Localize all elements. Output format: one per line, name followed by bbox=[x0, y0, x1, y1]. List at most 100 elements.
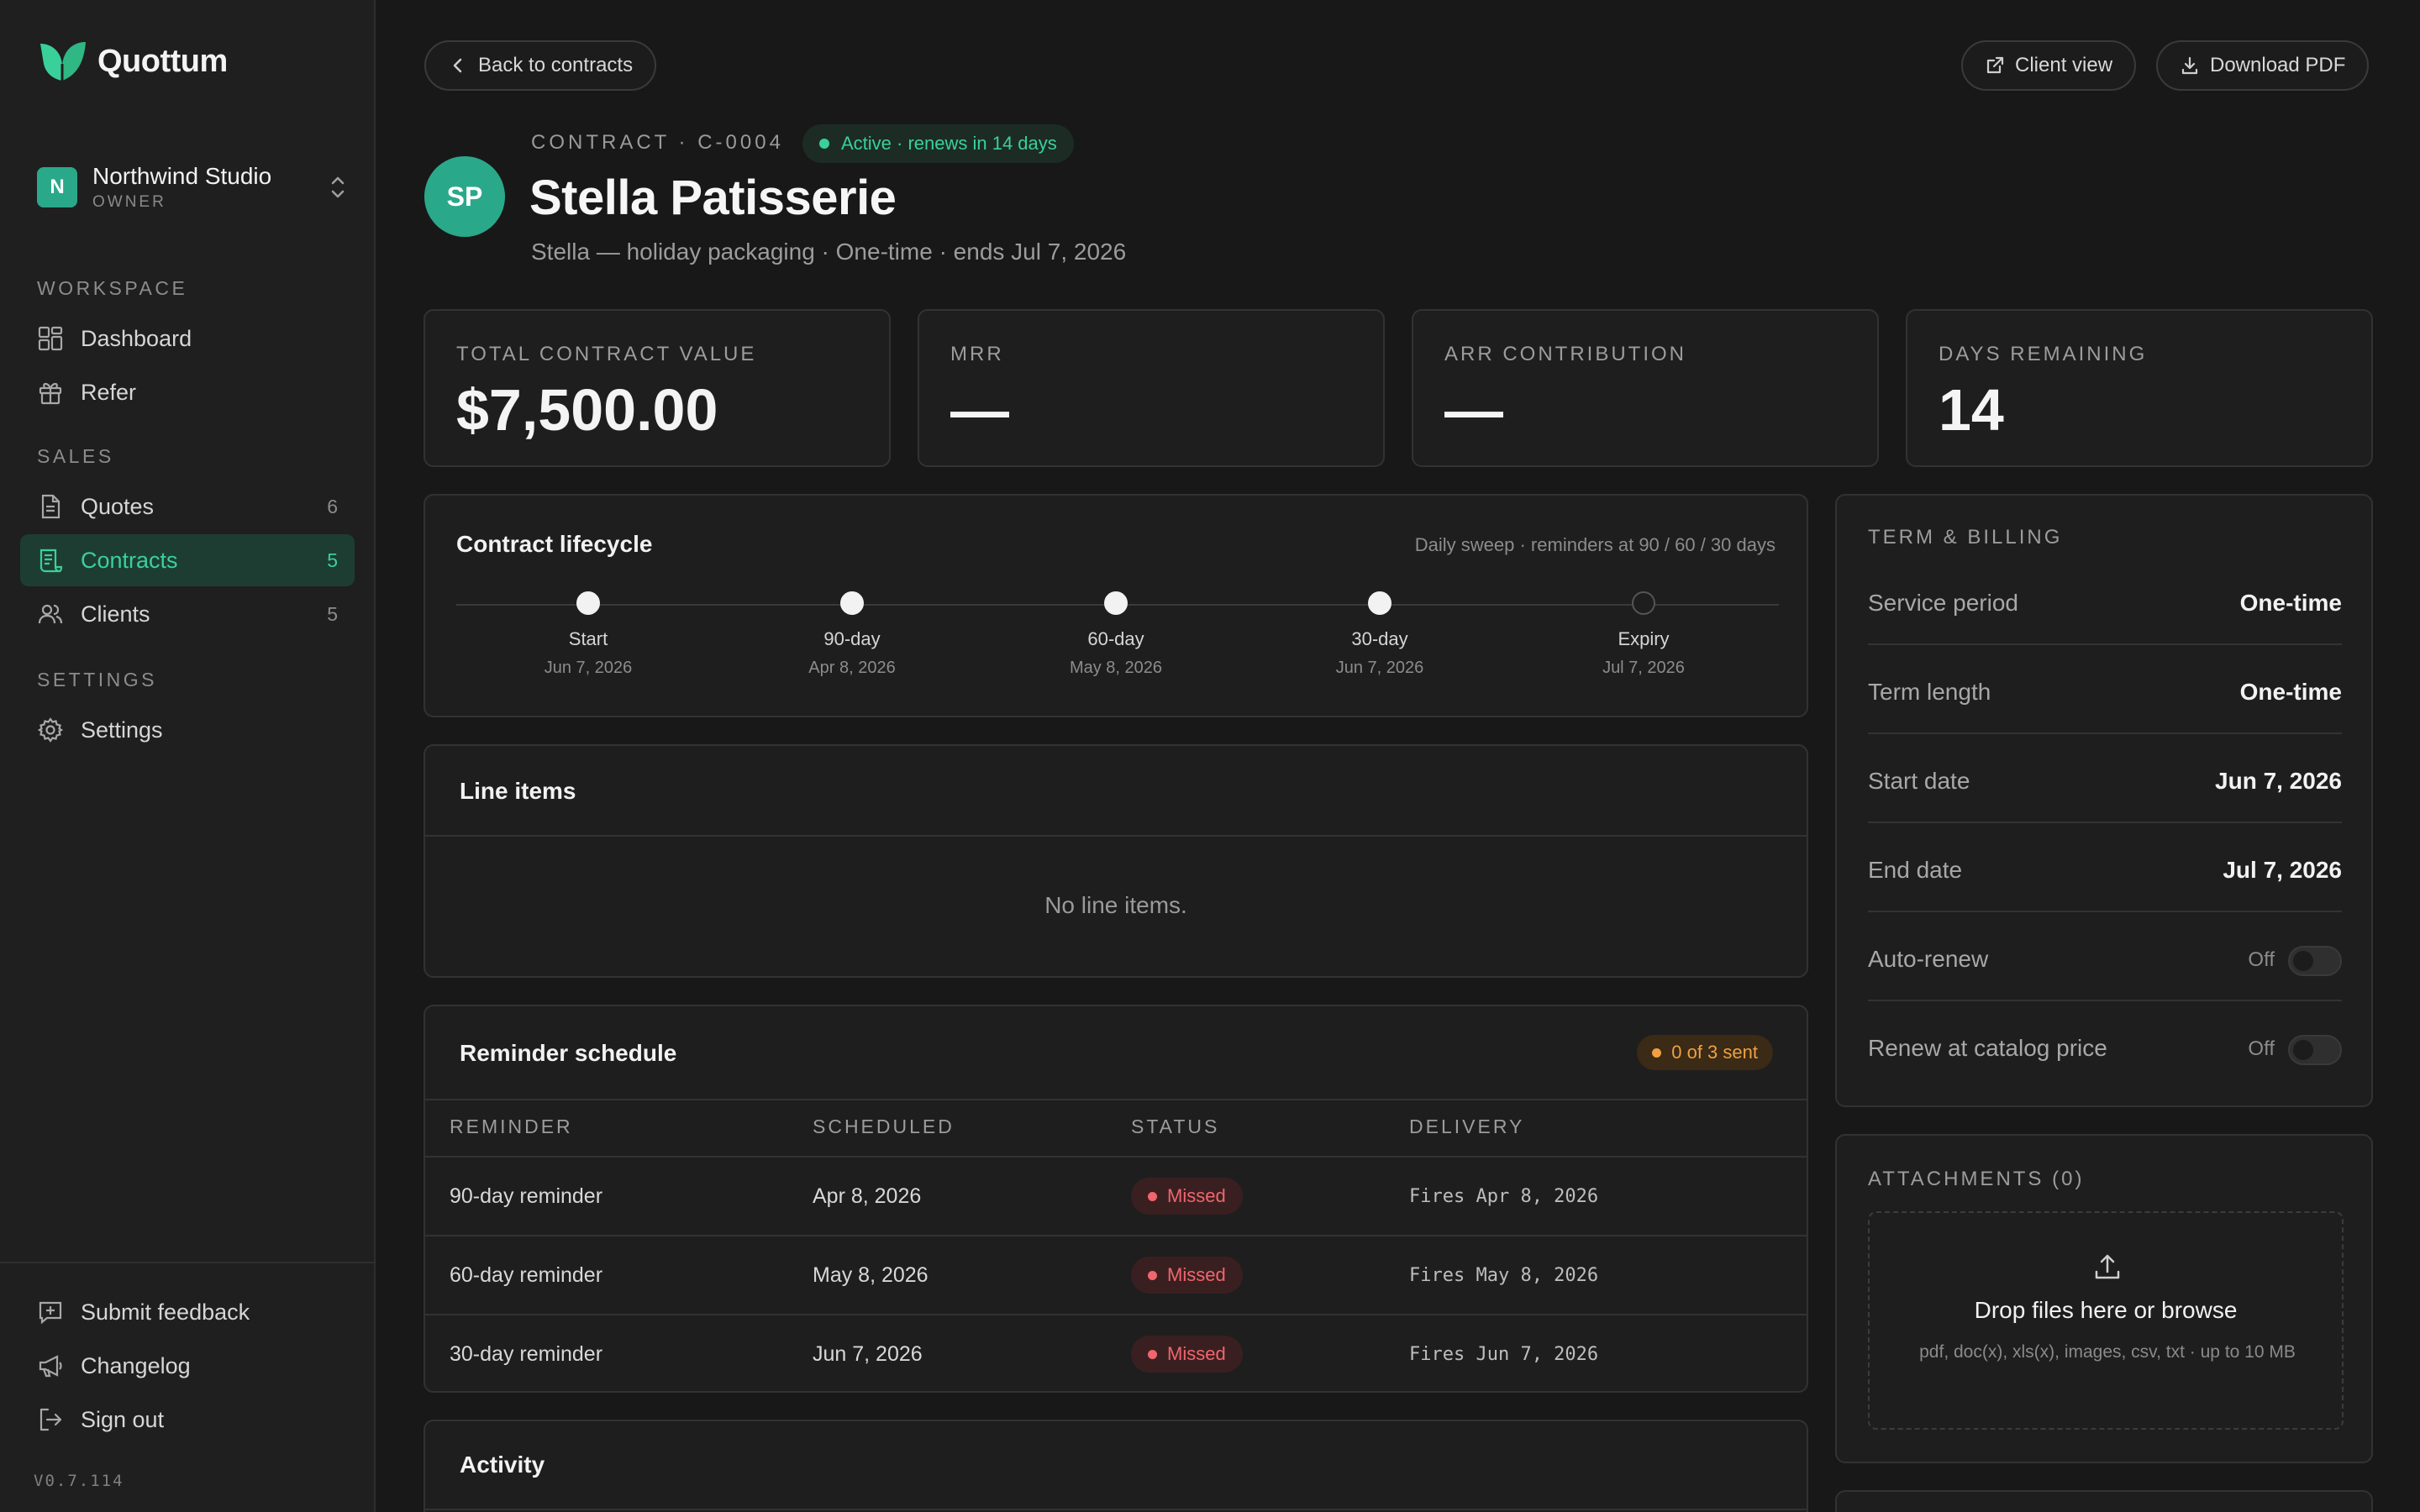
nav-section-sales: SALES bbox=[37, 445, 114, 467]
lifecycle-dot bbox=[840, 591, 864, 615]
term-billing-title: TERM & BILLING bbox=[1868, 526, 2063, 549]
kpi-total-contract-value: TOTAL CONTRACT VALUE $7,500.00 bbox=[424, 309, 891, 467]
sidebar-item-label: Refer bbox=[81, 379, 137, 405]
reminder-delivery: Fires May 8, 2026 bbox=[1409, 1265, 1599, 1286]
lifecycle-step-label: 60-day bbox=[1087, 628, 1144, 649]
client-avatar: SP bbox=[424, 156, 505, 237]
leaf-logo-icon bbox=[40, 42, 86, 81]
renew-catalog-state: Off bbox=[2248, 1037, 2275, 1060]
service-period-value: One-time bbox=[2239, 590, 2342, 616]
sidebar-item-settings[interactable]: Settings bbox=[20, 704, 355, 756]
status-text: Missed bbox=[1167, 1264, 1226, 1285]
kpi-value: — bbox=[1444, 377, 1503, 443]
auto-renew-row: Auto-renew Off bbox=[1868, 912, 2342, 1001]
dropzone-title: Drop files here or browse bbox=[1974, 1297, 2238, 1323]
activity-card: Activity bbox=[424, 1420, 1808, 1512]
lifecycle-step-30-day: 30-day Jun 7, 2026 bbox=[1296, 591, 1464, 678]
kpi-mrr: MRR — bbox=[918, 309, 1385, 467]
sidebar-item-label: Sign out bbox=[81, 1406, 165, 1432]
client-view-button[interactable]: Client view bbox=[1961, 40, 2137, 91]
sidebar-item-clients[interactable]: Clients 5 bbox=[20, 588, 355, 640]
external-link-icon bbox=[1986, 56, 2004, 74]
card-divider bbox=[425, 835, 1807, 837]
sign-out-icon bbox=[39, 1408, 62, 1431]
lifecycle-step-date: Jun 7, 2026 bbox=[544, 659, 633, 677]
page-title: Stella Patisserie bbox=[529, 171, 897, 225]
renew-catalog-toggle[interactable] bbox=[2288, 1035, 2342, 1065]
lifecycle-step-expiry: Expiry Jul 7, 2026 bbox=[1560, 591, 1728, 678]
line-items-title: Line items bbox=[460, 778, 576, 804]
sidebar: Quottum N Northwind Studio OWNER WORKSPA… bbox=[0, 0, 376, 1512]
status-badge: Missed bbox=[1131, 1178, 1243, 1215]
lifecycle-dot bbox=[1632, 591, 1655, 615]
brand-name: Quottum bbox=[97, 43, 228, 79]
page-subtitle: Stella — holiday packaging · One-time · … bbox=[531, 239, 1127, 265]
lifecycle-step-label: Expiry bbox=[1618, 628, 1670, 649]
attachments-card: ATTACHMENTS (0) Drop files here or brows… bbox=[1835, 1134, 2373, 1463]
org-role: OWNER bbox=[92, 193, 166, 211]
sidebar-item-refer[interactable]: Refer bbox=[20, 366, 355, 418]
kpi-label: DAYS REMAINING bbox=[1939, 343, 2148, 365]
kpi-value: $7,500.00 bbox=[456, 377, 718, 443]
toggle-knob bbox=[2293, 1040, 2313, 1060]
lifecycle-title: Contract lifecycle bbox=[456, 531, 653, 557]
changelog-link[interactable]: Changelog bbox=[20, 1340, 355, 1392]
reminder-scheduled: May 8, 2026 bbox=[813, 1263, 929, 1287]
nav-section-settings: SETTINGS bbox=[37, 669, 158, 690]
danger-dot bbox=[1148, 1349, 1157, 1359]
lifecycle-step-label: 90-day bbox=[823, 628, 881, 649]
status-text: Missed bbox=[1167, 1185, 1226, 1206]
sidebar-item-label: Contracts bbox=[81, 547, 178, 573]
column-header: REMINDER bbox=[450, 1116, 573, 1137]
auto-renew-toggle[interactable] bbox=[2288, 946, 2342, 976]
sidebar-item-label: Submit feedback bbox=[81, 1299, 250, 1325]
org-name: Northwind Studio bbox=[92, 163, 272, 189]
clients-count: 5 bbox=[327, 602, 338, 625]
lifecycle-note: Daily sweep · reminders at 90 / 60 / 30 … bbox=[1414, 534, 1776, 555]
sidebar-item-dashboard[interactable]: Dashboard bbox=[20, 312, 355, 365]
feedback-icon bbox=[39, 1301, 62, 1325]
lifecycle-step-90-day: 90-day Apr 8, 2026 bbox=[768, 591, 936, 678]
reminder-schedule-card: Reminder schedule 0 of 3 sent REMINDER S… bbox=[424, 1005, 1808, 1393]
table-row: 30-day reminder Jun 7, 2026 Missed Fires… bbox=[425, 1315, 1807, 1394]
download-icon bbox=[2181, 56, 2198, 75]
term-length-value: One-time bbox=[2239, 679, 2342, 705]
submit-feedback-link[interactable]: Submit feedback bbox=[20, 1286, 355, 1338]
auto-renew-label: Auto-renew bbox=[1868, 946, 1989, 972]
brand[interactable]: Quottum bbox=[37, 39, 228, 84]
status-text: Active · renews in 14 days bbox=[841, 133, 1057, 154]
reminders-sent-text: 0 of 3 sent bbox=[1671, 1042, 1758, 1063]
danger-dot bbox=[1148, 1191, 1157, 1201]
megaphone-icon bbox=[39, 1355, 62, 1378]
attachments-title: ATTACHMENTS (0) bbox=[1868, 1168, 2085, 1190]
column-header: STATUS bbox=[1131, 1116, 1220, 1137]
dashboard-icon bbox=[38, 326, 63, 351]
lifecycle-dot bbox=[1368, 591, 1392, 615]
status-badge: Active · renews in 14 days bbox=[802, 124, 1074, 163]
chevron-left-icon bbox=[453, 58, 462, 73]
kpi-arr-contribution: ARR CONTRIBUTION — bbox=[1412, 309, 1879, 467]
file-dropzone[interactable]: Drop files here or browse pdf, doc(x), x… bbox=[1868, 1211, 2344, 1430]
kpi-label: TOTAL CONTRACT VALUE bbox=[456, 343, 757, 365]
org-switcher[interactable]: N Northwind Studio OWNER bbox=[37, 161, 348, 213]
next-card bbox=[1835, 1490, 2373, 1512]
sidebar-item-contracts[interactable]: Contracts 5 bbox=[20, 534, 355, 586]
start-date-value: Jun 7, 2026 bbox=[2215, 768, 2342, 794]
table-row: 90-day reminder Apr 8, 2026 Missed Fires… bbox=[425, 1158, 1807, 1236]
version-label: V0.7.114 bbox=[34, 1472, 124, 1490]
kpi-days-remaining: DAYS REMAINING 14 bbox=[1906, 309, 2373, 467]
reminder-name: 90-day reminder bbox=[450, 1184, 603, 1208]
users-icon bbox=[38, 604, 63, 624]
activity-title: Activity bbox=[460, 1452, 545, 1478]
kpi-value: 14 bbox=[1939, 377, 2004, 443]
reminder-title: Reminder schedule bbox=[460, 1040, 677, 1066]
kpi-value: — bbox=[950, 377, 1009, 443]
back-to-contracts-button[interactable]: Back to contracts bbox=[424, 40, 657, 91]
sign-out-link[interactable]: Sign out bbox=[20, 1394, 355, 1446]
reminder-delivery: Fires Jun 7, 2026 bbox=[1409, 1344, 1599, 1365]
download-pdf-button[interactable]: Download PDF bbox=[2156, 40, 2370, 91]
sidebar-item-quotes[interactable]: Quotes 6 bbox=[20, 480, 355, 533]
lifecycle-step-date: May 8, 2026 bbox=[1069, 659, 1163, 677]
term-length-label: Term length bbox=[1868, 679, 1991, 705]
lifecycle-step-date: Apr 8, 2026 bbox=[808, 659, 896, 677]
